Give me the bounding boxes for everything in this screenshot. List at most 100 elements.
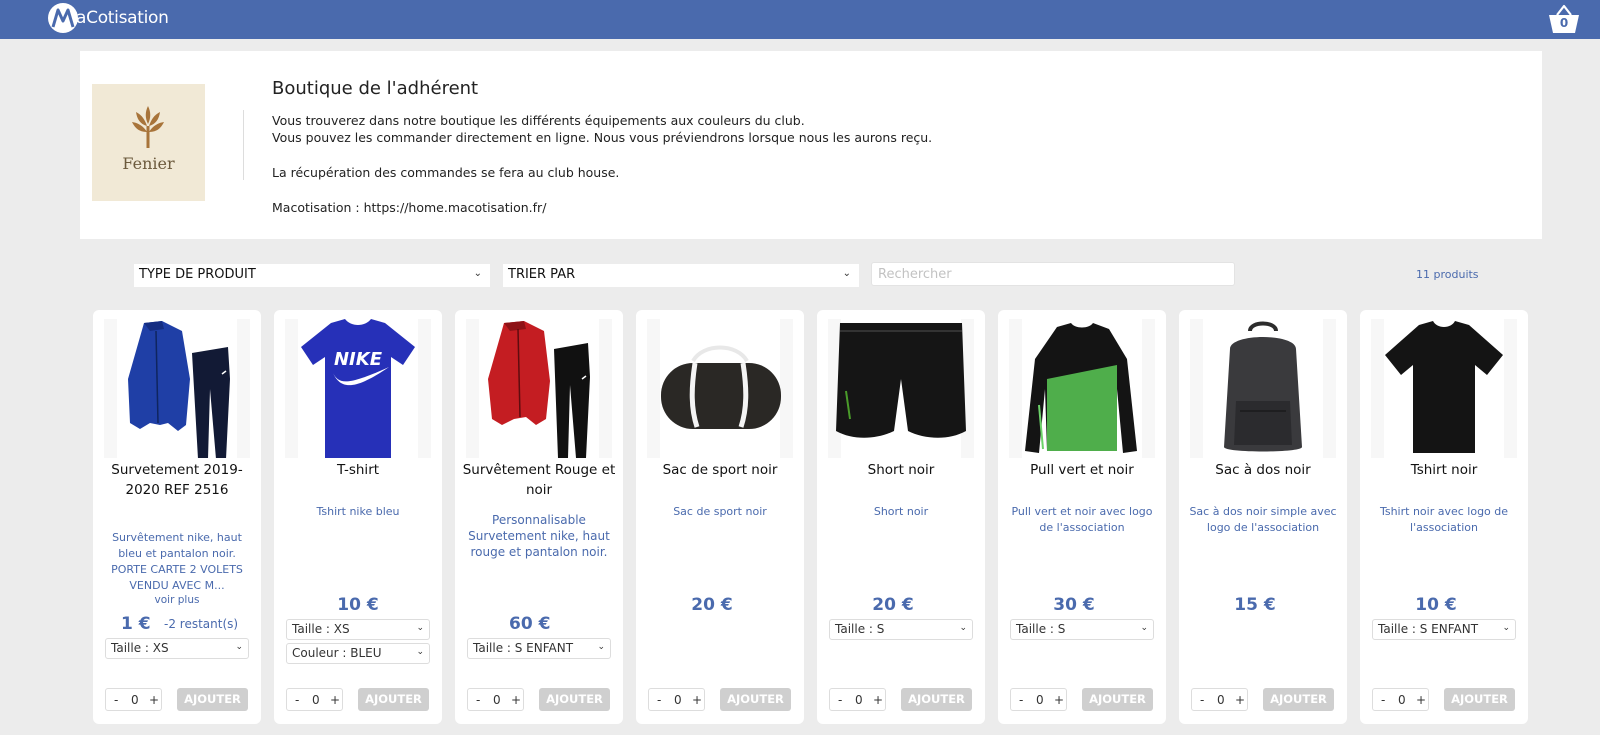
decrement-button[interactable]: -: [476, 693, 480, 707]
product-price: 10 €: [1415, 595, 1457, 615]
add-to-cart-button[interactable]: AJOUTER: [539, 688, 610, 711]
quantity-value: 0: [493, 693, 501, 707]
nike-tshirt-image: NIKE: [301, 319, 415, 458]
brand-logo-icon: [48, 3, 78, 33]
product-image[interactable]: [828, 319, 974, 458]
product-description: Sac de sport noir: [673, 505, 767, 518]
product-name[interactable]: Short noir: [823, 460, 979, 480]
intro-text-line: Vous pouvez les commander directement en…: [272, 130, 933, 145]
product-name[interactable]: Sac à dos noir: [1185, 460, 1341, 480]
product-description: Short noir: [873, 505, 929, 518]
see-more-link[interactable]: voir plus: [93, 594, 261, 606]
cart-count: 0: [1559, 16, 1569, 30]
size-select[interactable]: Taille : XS ⌄: [105, 638, 249, 659]
quantity-stepper: - 0 +: [648, 688, 705, 711]
quantity-value: 0: [1398, 693, 1406, 707]
size-select[interactable]: Taille : S ⌄: [829, 619, 973, 640]
decrement-button[interactable]: -: [838, 693, 842, 707]
product-card: Survetement 2019- 2020 REF 2516 Survêtem…: [93, 310, 261, 724]
wheat-icon: [132, 106, 164, 148]
quantity-value: 0: [312, 693, 320, 707]
intro-text-line: La récupération des commandes se fera au…: [272, 165, 620, 180]
color-select[interactable]: Couleur : BLEU ⌄: [286, 643, 430, 664]
chevron-down-icon: ⌄: [597, 642, 605, 652]
product-name[interactable]: T-shirt: [280, 460, 436, 480]
size-label: Taille : S: [1016, 622, 1066, 636]
quantity-value: 0: [855, 693, 863, 707]
page-title: Boutique de l'adhérent: [272, 78, 479, 99]
search-input[interactable]: [871, 262, 1235, 286]
product-description: Personnalisable Survetement nike, haut r…: [468, 513, 610, 559]
decrement-button[interactable]: -: [1019, 693, 1023, 707]
top-bar: aCotisation 0: [0, 0, 1600, 39]
increment-button[interactable]: +: [149, 693, 159, 707]
product-name[interactable]: Survêtement Rouge et noir: [461, 460, 617, 500]
chevron-down-icon: ⌄: [473, 268, 482, 279]
product-price: 1 €: [121, 614, 151, 634]
product-image[interactable]: NIKE: [285, 319, 431, 458]
add-to-cart-button[interactable]: AJOUTER: [1263, 688, 1334, 711]
color-label: Couleur : BLEU: [292, 646, 382, 660]
increment-button[interactable]: +: [692, 693, 702, 707]
backpack-image: [1224, 321, 1302, 452]
decrement-button[interactable]: -: [1200, 693, 1204, 707]
add-to-cart-button[interactable]: AJOUTER: [1444, 688, 1515, 711]
decrement-button[interactable]: -: [1381, 693, 1385, 707]
quantity-stepper: - 0 +: [467, 688, 524, 711]
product-image[interactable]: [1190, 319, 1336, 458]
decrement-button[interactable]: -: [657, 693, 661, 707]
product-name[interactable]: Pull vert et noir: [1004, 460, 1160, 480]
product-image[interactable]: [466, 319, 612, 458]
increment-button[interactable]: +: [330, 693, 340, 707]
size-select[interactable]: Taille : XS ⌄: [286, 619, 430, 640]
add-to-cart-button[interactable]: AJOUTER: [901, 688, 972, 711]
brand-name: aCotisation: [76, 8, 169, 28]
quantity-stepper: - 0 +: [1010, 688, 1067, 711]
product-card: Tshirt noir Tshirt noir avec logo de l'a…: [1360, 310, 1528, 724]
increment-button[interactable]: +: [1416, 693, 1426, 707]
product-name[interactable]: Sac de sport noir: [642, 460, 798, 480]
chevron-down-icon: ⌄: [1502, 623, 1510, 633]
cart-button[interactable]: 0: [1547, 4, 1581, 34]
product-description: Tshirt noir avec logo de l'association: [1379, 505, 1509, 534]
quantity-stepper: - 0 +: [1372, 688, 1429, 711]
product-image[interactable]: [647, 319, 793, 458]
sort-label: TRIER PAR: [508, 267, 576, 282]
quantity-stepper: - 0 +: [829, 688, 886, 711]
size-select[interactable]: Taille : S ENFANT ⌄: [467, 638, 611, 659]
increment-button[interactable]: +: [873, 693, 883, 707]
add-to-cart-button[interactable]: AJOUTER: [177, 688, 248, 711]
add-to-cart-button[interactable]: AJOUTER: [720, 688, 791, 711]
green-sweater-image: [1025, 323, 1137, 453]
product-card: NIKE T-shirt Tshirt nike bleu 10 € Taill…: [274, 310, 442, 724]
product-image[interactable]: [104, 319, 250, 458]
duffel-bag-image: [661, 345, 781, 429]
product-image[interactable]: [1009, 319, 1155, 458]
shop-intro-panel: Fenier Boutique de l'adhérent Vous trouv…: [80, 51, 1542, 239]
increment-button[interactable]: +: [511, 693, 521, 707]
size-label: Taille : XS: [111, 641, 169, 655]
product-price: 60 €: [509, 614, 551, 634]
decrement-button[interactable]: -: [295, 693, 299, 707]
size-select[interactable]: Taille : S ⌄: [1010, 619, 1154, 640]
size-label: Taille : XS: [292, 622, 350, 636]
decrement-button[interactable]: -: [114, 693, 118, 707]
intro-website-link[interactable]: Macotisation : https://home.macotisation…: [272, 200, 546, 215]
product-image[interactable]: [1371, 319, 1517, 458]
product-price: 30 €: [1053, 595, 1095, 615]
add-to-cart-button[interactable]: AJOUTER: [358, 688, 429, 711]
chevron-down-icon: ⌄: [416, 623, 424, 633]
increment-button[interactable]: +: [1235, 693, 1245, 707]
sort-select[interactable]: TRIER PAR ⌄: [503, 264, 859, 287]
quantity-stepper: - 0 +: [105, 688, 162, 711]
product-card: Pull vert et noir Pull vert et noir avec…: [998, 310, 1166, 724]
size-select[interactable]: Taille : S ENFANT ⌄: [1372, 619, 1516, 640]
brand-logo[interactable]: aCotisation: [48, 3, 169, 33]
product-type-select[interactable]: TYPE DE PRODUIT ⌄: [134, 264, 490, 287]
product-name[interactable]: Tshirt noir: [1366, 460, 1522, 480]
add-to-cart-button[interactable]: AJOUTER: [1082, 688, 1153, 711]
product-name[interactable]: Survetement 2019- 2020 REF 2516: [99, 460, 255, 500]
chevron-down-icon: ⌄: [959, 623, 967, 633]
product-description: Sac à dos noir simple avec logo de l'ass…: [1189, 505, 1337, 534]
increment-button[interactable]: +: [1054, 693, 1064, 707]
